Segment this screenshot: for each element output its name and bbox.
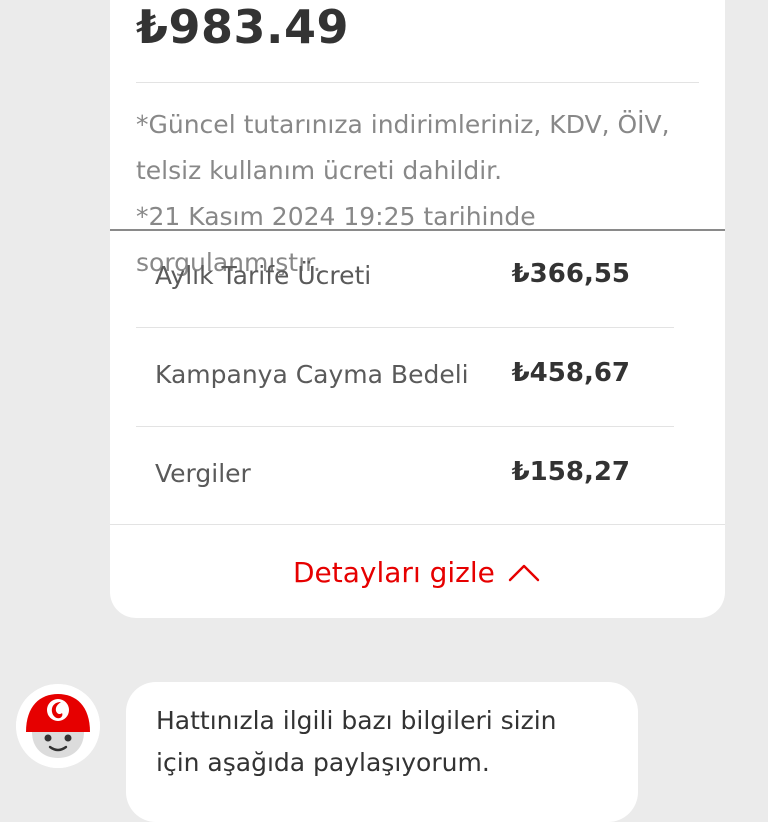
divider [136,82,699,83]
assistant-avatar-icon [16,684,100,768]
detail-amount: ₺458,67 [511,358,630,388]
hide-details-button[interactable]: Detayları gizle [293,552,541,592]
detail-row: Vergiler ₺158,27 [136,427,674,525]
detail-label: Vergiler [155,459,251,488]
chat-message-line: için aşağıda paylaşıyorum. [156,748,490,777]
detail-row: Kampanya Cayma Bedeli ₺458,67 [136,328,674,426]
chevron-up-icon [508,564,540,582]
row-divider [110,524,725,525]
detail-row: Aylık Tarife Ücreti ₺366,55 [136,229,674,327]
total-amount: ₺983.49 [136,0,350,54]
detail-label: Kampanya Cayma Bedeli [155,360,469,389]
note-line: *Güncel tutarınıza indirimleriniz, KDV, … [136,110,670,139]
detail-amount: ₺366,55 [511,259,630,289]
chat-message-line: Hattınızla ilgili bazı bilgileri sizin [156,706,557,735]
chat-message: Hattınızla ilgili bazı bilgileri sizin i… [156,700,616,784]
hide-details-label: Detayları gizle [293,555,495,589]
detail-label: Aylık Tarife Ücreti [155,261,372,290]
note-line: telsiz kullanım ücreti dahildir. [136,156,503,185]
detail-amount: ₺158,27 [511,457,630,487]
